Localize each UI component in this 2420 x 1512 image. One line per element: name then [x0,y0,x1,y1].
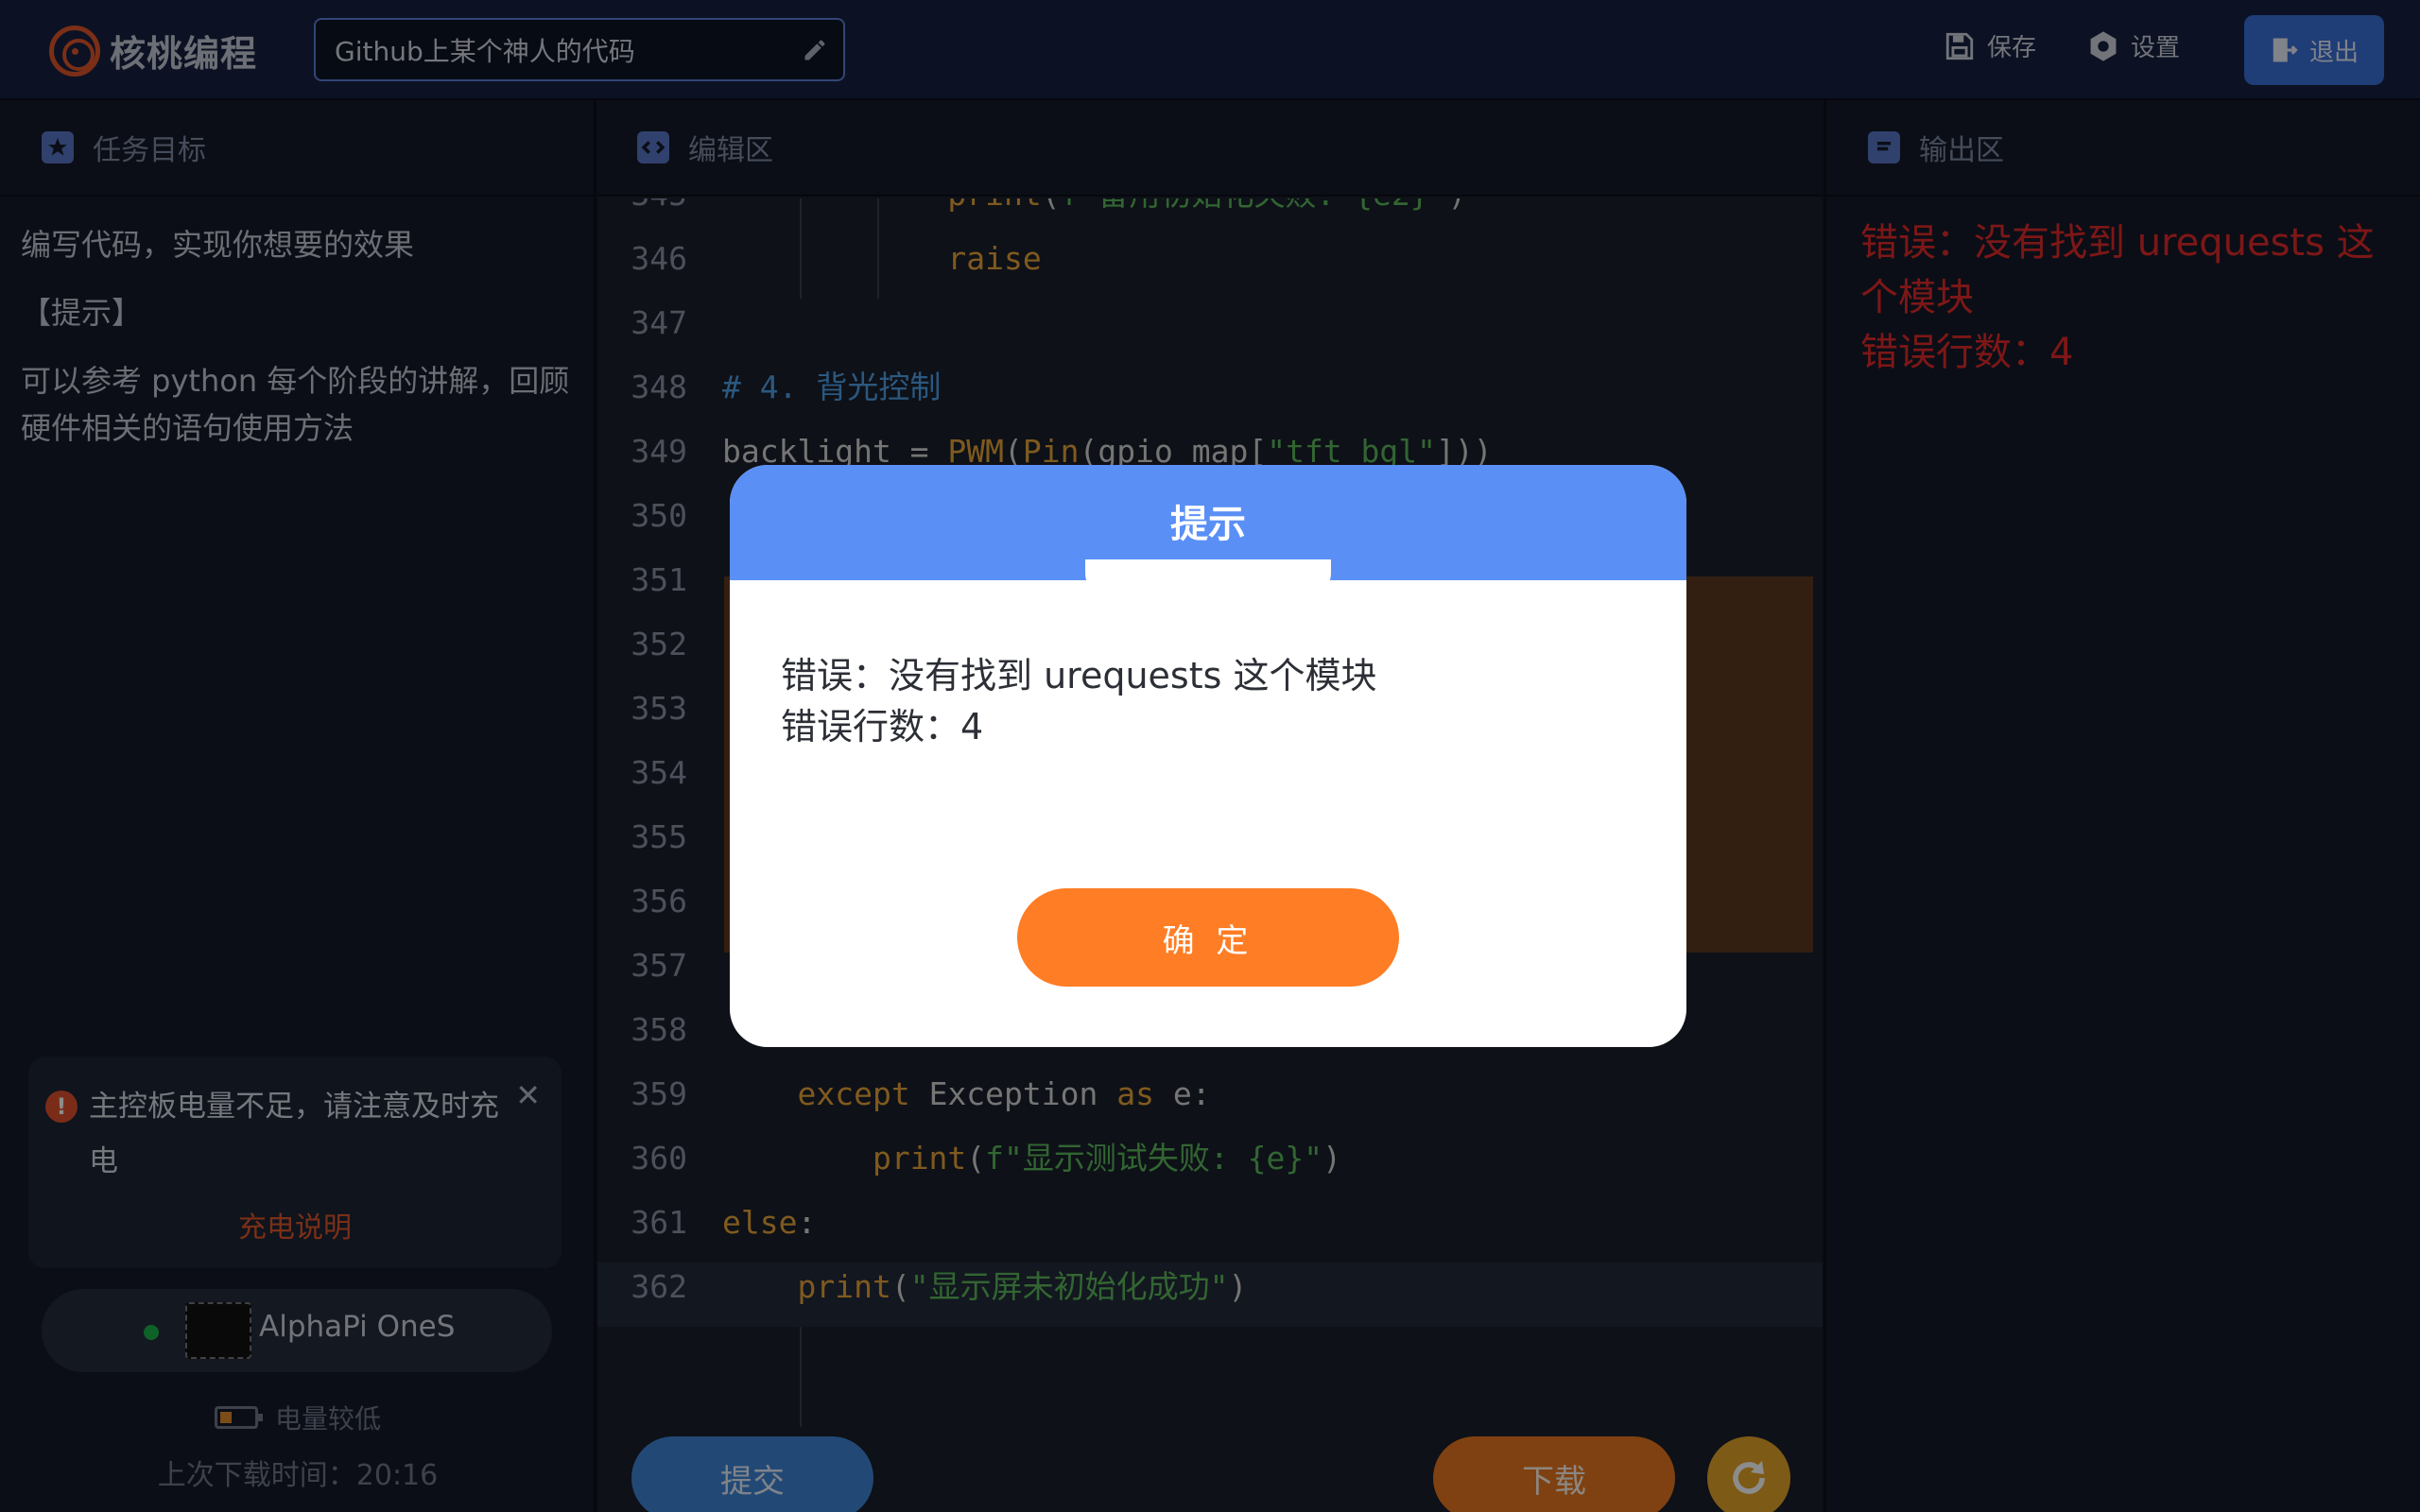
alert-dialog: 提示 错误：没有找到 urequests 这个模块 错误行数：4 确 定 [730,465,1686,1047]
app-window: 核桃编程 保存 设置 [0,0,2420,1512]
dialog-header-notch [1085,559,1331,601]
dialog-title: 提示 [1170,503,1246,546]
dialog-message: 错误：没有找到 urequests 这个模块 错误行数：4 [781,655,1377,747]
confirm-button[interactable]: 确 定 [1017,888,1399,987]
